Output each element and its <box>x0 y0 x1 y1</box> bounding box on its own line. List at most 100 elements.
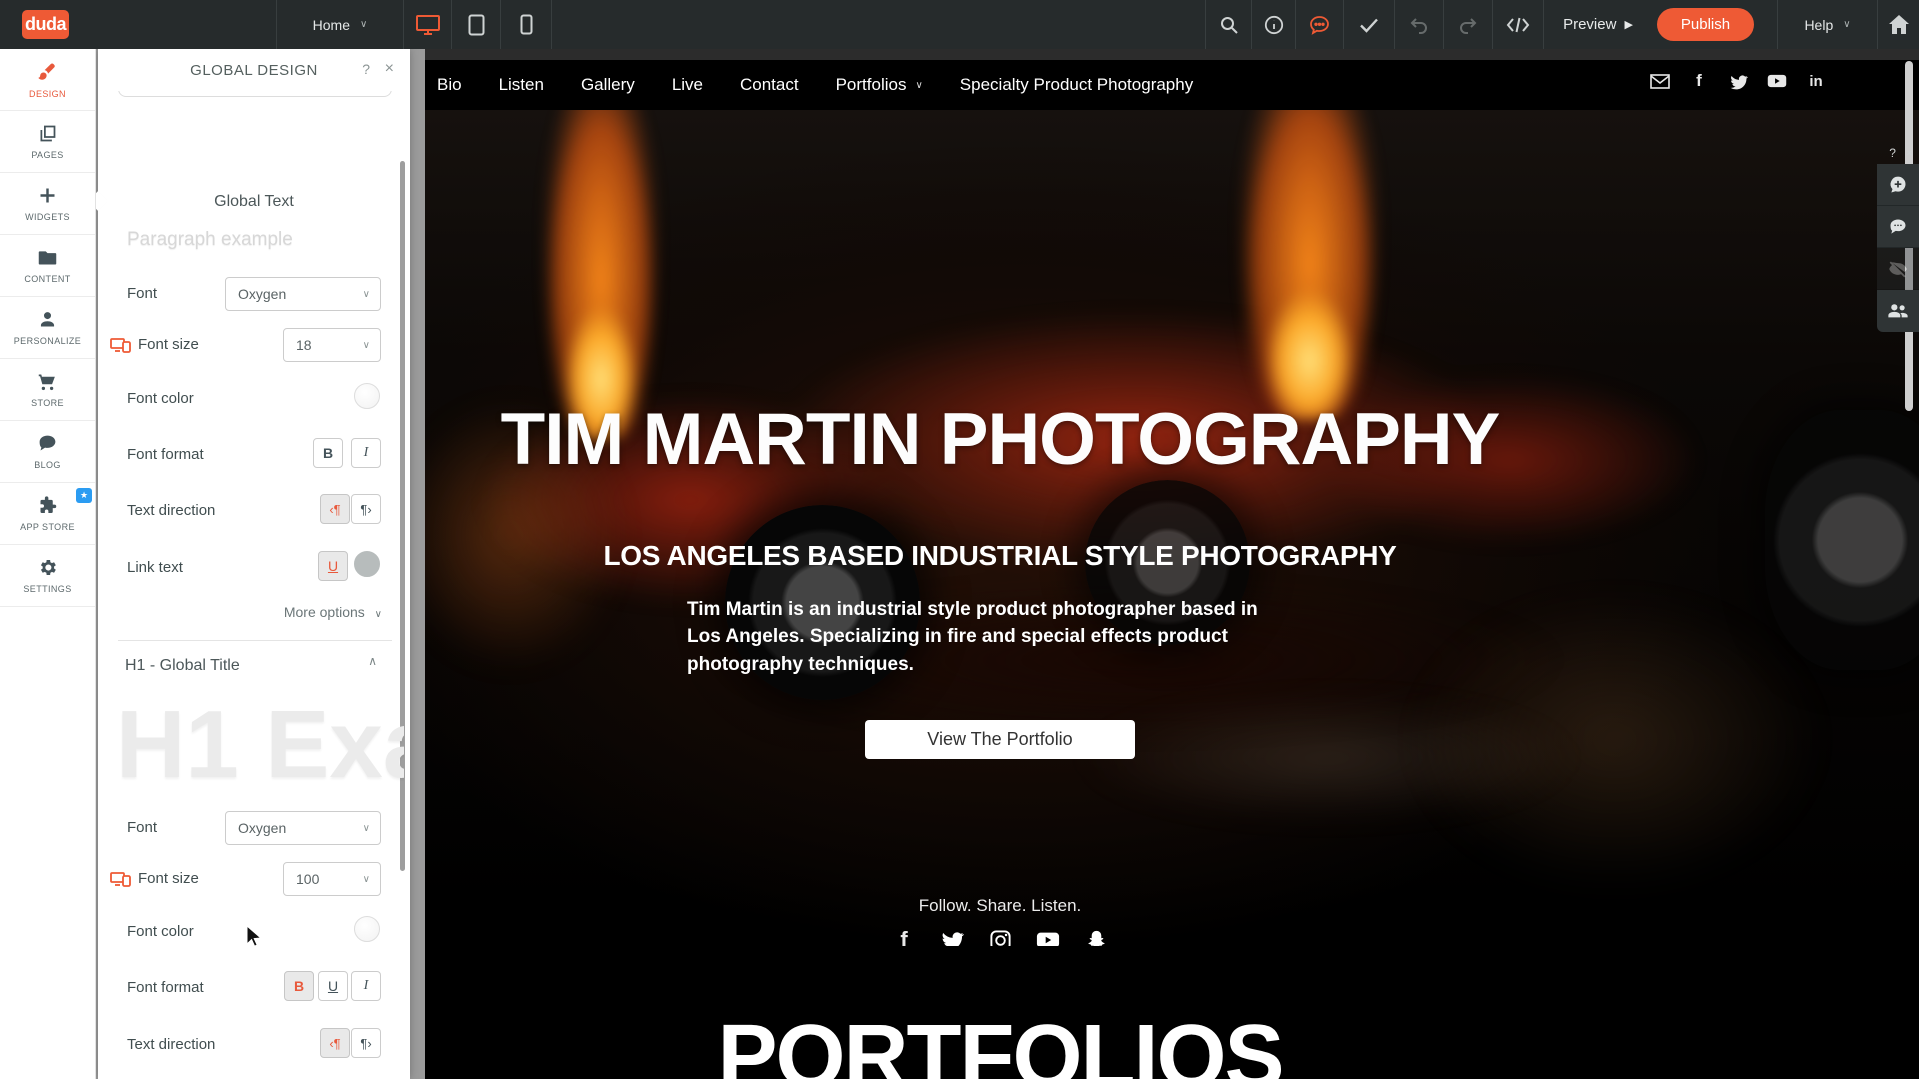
desktop-view-button[interactable] <box>404 0 451 49</box>
sidebar-item-label: PAGES <box>31 150 63 160</box>
view-portfolio-button[interactable]: View The Portfolio <box>865 720 1135 759</box>
paragraph-rtl-icon: ¶› <box>360 502 371 517</box>
link-color-swatch[interactable] <box>354 551 380 577</box>
h1-italic-button[interactable]: I <box>351 971 381 1001</box>
panel-help-button[interactable]: ? <box>362 61 370 77</box>
text-direction-rtl-button[interactable]: ¶› <box>351 494 381 524</box>
help-label: Help <box>1804 17 1833 33</box>
dev-mode-button[interactable] <box>1493 0 1543 49</box>
speech-bubble-icon <box>37 433 58 454</box>
youtube-icon[interactable] <box>1767 71 1787 91</box>
h1-font-size-select[interactable]: 100 ∨ <box>283 862 381 896</box>
twitter-icon[interactable] <box>940 928 964 946</box>
chevron-down-icon: ∨ <box>363 823 370 834</box>
facebook-icon[interactable]: f <box>892 928 916 946</box>
toolbar-help-button[interactable]: ? <box>1889 146 1896 164</box>
preview-label: Preview <box>1563 16 1616 33</box>
h1-font-select[interactable]: Oxygen ∨ <box>225 811 381 845</box>
h1-bold-button[interactable]: B <box>284 971 314 1001</box>
cart-icon <box>37 371 58 392</box>
search-button[interactable] <box>1206 0 1251 49</box>
font-color-swatch[interactable] <box>354 383 380 409</box>
h1-underline-button[interactable]: U <box>318 971 348 1001</box>
dashboard-home-button[interactable] <box>1878 0 1919 49</box>
sidebar-item-design[interactable]: DESIGN <box>0 49 95 111</box>
topbar: duda Home ∨ <box>0 0 1919 49</box>
sidebar-item-personalize[interactable]: PERSONALIZE <box>0 297 95 359</box>
duda-logo[interactable]: duda <box>22 10 69 39</box>
h1-section-heading: H1 - Global Title <box>125 657 240 675</box>
chevron-down-icon: ∨ <box>375 609 382 620</box>
sidebar-item-store[interactable]: STORE <box>0 359 95 421</box>
sidebar-item-label: DESIGN <box>29 89 66 99</box>
hide-comments-button[interactable] <box>1877 248 1919 290</box>
sidebar-item-label: SETTINGS <box>23 584 71 594</box>
floating-toolbar: ? × <box>1877 146 1919 332</box>
collaborators-button[interactable] <box>1877 290 1919 332</box>
sidebar-item-widgets[interactable]: WIDGETS <box>0 173 95 235</box>
plus-icon <box>37 185 58 206</box>
font-select[interactable]: Oxygen ∨ <box>225 277 381 311</box>
youtube-icon[interactable] <box>1036 928 1060 946</box>
sidebar-item-content[interactable]: CONTENT <box>0 235 95 297</box>
nav-item-contact[interactable]: Contact <box>740 75 799 95</box>
sidebar-item-pages[interactable]: PAGES <box>0 111 95 173</box>
h1-example-preview: H1 Example <box>116 685 404 815</box>
chevron-down-icon: ∨ <box>360 19 367 30</box>
underline-link-button[interactable]: U <box>318 551 348 581</box>
chevron-down-icon: ∨ <box>1843 19 1850 30</box>
linkedin-icon[interactable]: in <box>1806 71 1826 91</box>
page-dropdown-label: Home <box>313 17 350 33</box>
h1-font-color-swatch[interactable] <box>354 916 380 942</box>
h1-text-direction-ltr-button[interactable]: ‹¶ <box>320 1028 350 1058</box>
facebook-icon[interactable]: f <box>1689 71 1709 91</box>
undo-button[interactable] <box>1395 0 1442 49</box>
info-button[interactable] <box>1252 0 1295 49</box>
sidebar-item-app-store[interactable]: ★ APP STORE <box>0 483 95 545</box>
panel-header: GLOBAL DESIGN ? × <box>98 49 410 91</box>
nav-item-live[interactable]: Live <box>672 75 703 95</box>
global-design-panel: GLOBAL DESIGN ? × global style set below… <box>98 49 410 1079</box>
link-text-label: Link text <box>127 559 183 576</box>
font-size-value: 18 <box>296 337 312 353</box>
instagram-icon[interactable] <box>988 928 1012 946</box>
page-dropdown[interactable]: Home ∨ <box>277 0 403 49</box>
email-icon[interactable] <box>1650 71 1670 91</box>
nav-item-bio[interactable]: Bio <box>437 75 462 95</box>
italic-button[interactable]: I <box>351 438 381 468</box>
close-icon[interactable]: × <box>1906 146 1913 164</box>
sidebar-item-settings[interactable]: SETTINGS <box>0 545 95 607</box>
text-direction-label: Text direction <box>127 502 215 519</box>
redo-button[interactable] <box>1444 0 1491 49</box>
publish-button[interactable]: Publish <box>1657 8 1754 41</box>
tablet-view-button[interactable] <box>452 0 500 49</box>
snapchat-icon[interactable] <box>1084 928 1108 946</box>
bold-button[interactable]: B <box>313 438 343 468</box>
info-icon <box>1264 15 1284 35</box>
text-direction-ltr-button[interactable]: ‹¶ <box>320 494 350 524</box>
nav-item-gallery[interactable]: Gallery <box>581 75 635 95</box>
preview-button[interactable]: Preview ▶ <box>1548 0 1648 49</box>
sidebar-item-blog[interactable]: BLOG <box>0 421 95 483</box>
more-options-link[interactable]: More options ∨ <box>284 604 382 620</box>
mobile-view-button[interactable] <box>501 0 551 49</box>
checkmark-icon <box>1359 17 1379 33</box>
comments-button[interactable] <box>1877 206 1919 248</box>
chevron-up-icon[interactable]: ∧ <box>368 654 377 668</box>
nav-item-portfolios[interactable]: Portfolios∨ <box>836 75 923 95</box>
add-comment-button[interactable] <box>1877 164 1919 206</box>
nav-item-specialty[interactable]: Specialty Product Photography <box>960 75 1193 95</box>
mobile-icon <box>520 14 533 35</box>
person-icon <box>37 309 58 330</box>
twitter-icon[interactable] <box>1728 71 1748 91</box>
paragraph-example-preview: Paragraph example <box>127 229 293 251</box>
h1-text-direction-rtl-button[interactable]: ¶› <box>351 1028 381 1058</box>
undo-icon <box>1409 16 1429 34</box>
nav-item-listen[interactable]: Listen <box>499 75 544 95</box>
help-dropdown[interactable]: Help ∨ <box>1778 0 1877 49</box>
home-icon <box>1889 15 1909 34</box>
approve-button[interactable] <box>1344 0 1394 49</box>
feedback-chat-button[interactable] <box>1296 0 1342 49</box>
font-size-select[interactable]: 18 ∨ <box>283 328 381 362</box>
close-icon[interactable]: × <box>385 60 394 78</box>
